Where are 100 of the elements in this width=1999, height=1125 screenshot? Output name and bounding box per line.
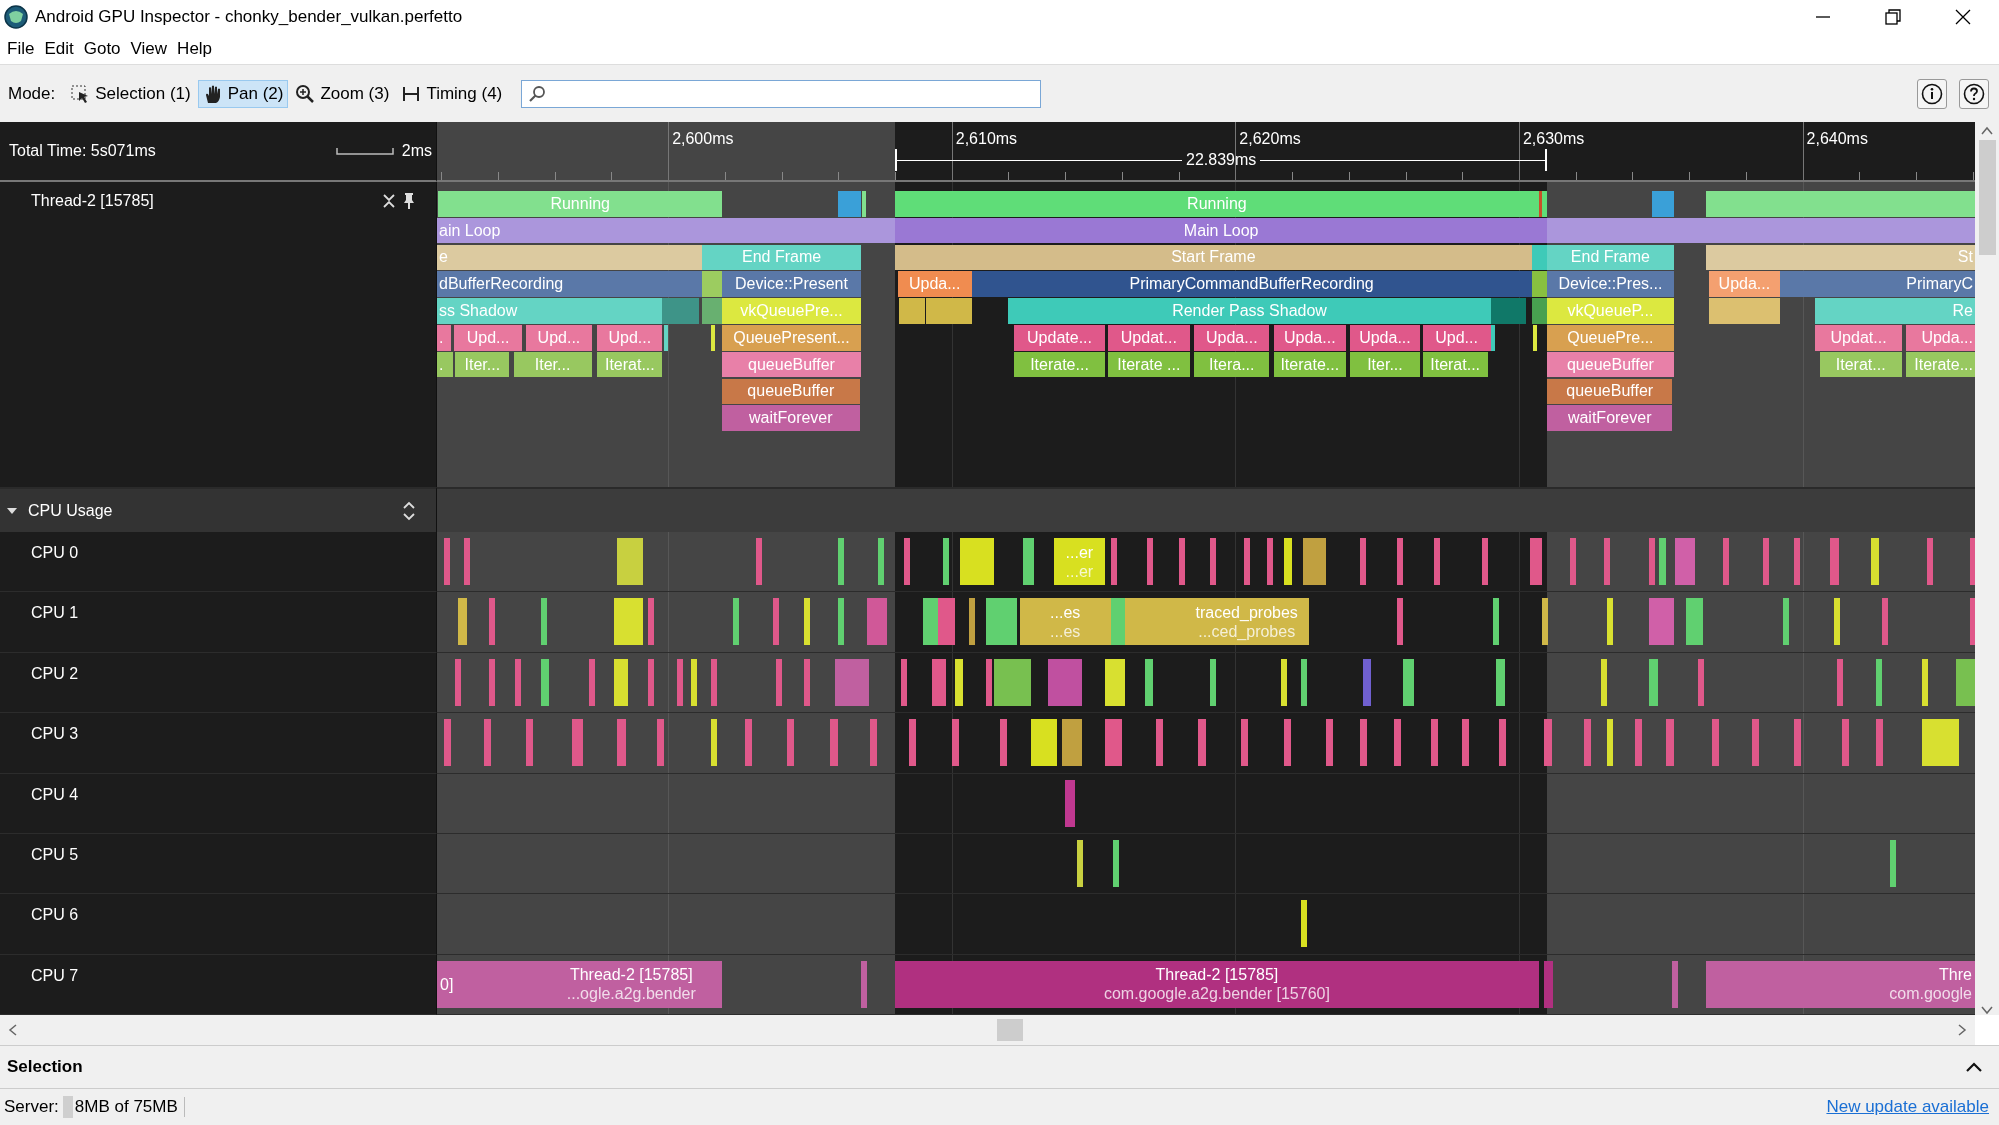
update-link[interactable]: New update available [1826,1097,1989,1117]
cpu-slice[interactable]: ...er ...er [1053,538,1105,585]
restore-icon[interactable] [1883,7,1903,27]
trace-slice[interactable]: Updat... [1815,325,1902,351]
menu-item[interactable]: Edit [39,37,79,61]
cpu-slice[interactable] [1113,839,1120,887]
menu-item[interactable]: View [125,37,173,61]
pin-icon[interactable] [402,192,416,210]
trace-slice[interactable]: queueBuffer [1547,378,1673,405]
trace-slice[interactable]: Updat... [1107,325,1190,351]
trace-slice[interactable]: Upd... [454,325,523,351]
search-field[interactable] [521,79,1042,108]
cpu-slice[interactable] [1890,839,1897,887]
trace-slice[interactable]: End Frame [702,244,861,271]
cpu-slice[interactable] [1462,719,1470,767]
cpu-slice[interactable] [1326,719,1334,767]
trace-slice[interactable]: waitForever [1547,405,1673,431]
close-icon[interactable] [1953,7,1973,27]
trace-slice[interactable] [1490,298,1527,324]
cpu-slice[interactable] [1833,598,1840,646]
trace-slice[interactable]: ss Shadow [437,298,663,324]
cpu-slice[interactable]: 0] [437,960,541,1008]
cpu-slice[interactable] [1659,538,1667,585]
cpu-slice[interactable] [804,598,811,646]
mode-button[interactable]: Selection (1) [65,79,196,108]
trace-slice[interactable]: Iterat... [1422,351,1488,378]
cpu-slice[interactable] [1155,719,1163,767]
trace-slice[interactable]: Iterate... [1273,351,1346,378]
trace-slice[interactable] [1531,298,1548,324]
trace-slice[interactable]: dBufferRecording [437,271,703,297]
collapse-icon[interactable] [382,193,396,209]
cpu-slice[interactable] [690,658,697,706]
trace-slice[interactable]: Upda... [1906,325,1975,351]
trace-slice[interactable]: ain Loop [437,217,895,244]
trace-slice[interactable]: Running [438,191,722,217]
cpu-slice[interactable] [1209,538,1216,585]
cpu-slice[interactable]: Thre com.google [1706,960,1975,1008]
trace-slice[interactable]: e [437,244,703,271]
vertical-scrollbar[interactable] [1975,122,1999,1015]
trace-slice[interactable]: queueBuffer [722,351,861,378]
cpu-slice[interactable] [1178,538,1185,585]
cpu-slice[interactable] [1782,598,1789,646]
trace-slice[interactable]: Upd... [597,325,663,351]
trace-slice[interactable]: Upd... [526,325,592,351]
help-button[interactable] [1959,78,1989,109]
trace-slice[interactable]: Iterate... [1014,351,1105,378]
cpu-slice[interactable] [1241,719,1249,767]
scroll-up-icon[interactable] [1981,126,1993,136]
horizontal-scrollbar[interactable] [0,1015,1975,1045]
cpu-slice[interactable] [954,658,964,706]
cpu-slice[interactable] [1031,719,1057,767]
trace-slice[interactable]: Iter... [1350,351,1420,378]
cpu-slice[interactable] [614,598,643,646]
trace-slice[interactable] [1533,325,1538,351]
trace-slice[interactable]: Update... [1014,325,1105,351]
cpu-slice[interactable]: traced_probes ...ced_probes [1184,598,1310,646]
trace-slice[interactable]: Iterate... [1906,351,1975,378]
cpu-slice[interactable] [1360,538,1367,585]
trace-slice[interactable]: Upda... [1708,271,1780,297]
cpu-slice[interactable] [985,598,1017,646]
cpu-slice[interactable] [1431,719,1439,767]
trace-slice[interactable]: QueuePresent... [722,325,861,351]
trace-slice[interactable]: Iterat... [1819,351,1902,378]
cpu-slice[interactable] [903,538,910,585]
cpu-slice[interactable] [1209,658,1216,706]
trace-slice[interactable]: Running [895,191,1539,217]
trace-slice[interactable]: St [1706,244,1975,271]
menu-item[interactable]: File [2,37,40,61]
trace-slice[interactable]: Device::Pres... [1547,271,1674,297]
cpu-slice[interactable] [710,719,717,767]
cpu-slice[interactable] [985,658,992,706]
cpu-slice[interactable] [1300,900,1307,948]
scroll-left-icon[interactable] [8,1024,18,1036]
cpu-slice[interactable] [1921,658,1928,706]
cpu-slice[interactable]: Thread-2 [15785] com.google.a2g.bender [15760] [895,960,1539,1008]
cpu-slice[interactable] [1022,538,1034,585]
cpu-slice[interactable] [1493,598,1500,646]
scroll-down-icon[interactable] [1981,1005,1993,1015]
cpu-slice[interactable] [968,598,975,646]
trace-slice[interactable] [862,191,867,217]
cpu-slice[interactable] [1104,658,1125,706]
trace-slice[interactable]: Iterat... [597,351,663,378]
cpu-slice[interactable] [614,658,629,706]
trace-slice[interactable]: PrimaryC [1779,271,1975,297]
cpu-slice[interactable] [1283,719,1291,767]
trace-slice[interactable]: QueuePre... [1547,325,1674,351]
cpu-slice[interactable] [931,658,947,706]
scroll-right-icon[interactable] [1957,1024,1967,1036]
cpu-slice[interactable] [1360,719,1368,767]
trace-slice[interactable]: Upda... [1273,325,1346,351]
trace-slice[interactable]: Start Frame [895,244,1532,271]
cpu-slice[interactable] [1300,658,1307,706]
cpu-slice[interactable] [733,598,740,646]
cpu-slice[interactable] [960,538,995,585]
cpu-slice[interactable] [1124,598,1185,646]
cpu-slice[interactable] [1303,538,1327,585]
cpu-slice[interactable] [1601,658,1608,706]
menu-item[interactable]: Help [172,37,218,61]
trace-slice[interactable]: End Frame [1547,244,1674,271]
cpu-slice[interactable] [999,719,1008,767]
